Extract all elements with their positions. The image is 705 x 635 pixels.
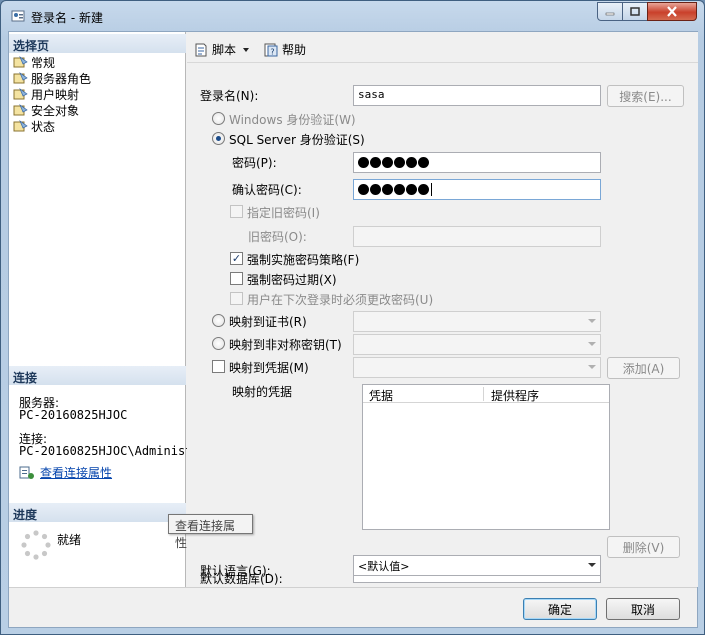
must-change-label: 用户在下次登录时必须更改密码(U) [247, 293, 434, 307]
sidebar-item-label: 用户映射 [31, 87, 80, 102]
mapped-credentials-label: 映射的凭据 [232, 385, 293, 399]
default-language-value: <默认值> [358, 560, 410, 573]
properties-icon [19, 466, 34, 479]
toolbar: 脚本 ? 帮助 [187, 32, 698, 63]
page-icon [13, 103, 28, 115]
dialog-footer: 确定 取消 [9, 587, 697, 627]
maximize-button[interactable] [622, 2, 648, 21]
svg-text:?: ? [270, 47, 274, 56]
tooltip: 查看连接属性 [168, 514, 253, 550]
script-label: 脚本 [212, 43, 237, 57]
window-title: 登录名 - 新建 [31, 11, 103, 25]
grid-header: 凭据 提供程序 [363, 385, 609, 403]
enforce-policy-label: 强制实施密码策略(F) [247, 253, 360, 267]
default-language-select[interactable]: <默认值> [353, 555, 601, 576]
credential-select[interactable] [353, 357, 601, 378]
sidebar-item-label: 安全对象 [31, 103, 80, 118]
asymmetric-key-select[interactable] [353, 334, 601, 355]
password-input[interactable] [353, 152, 601, 173]
map-credential-checkbox[interactable] [212, 360, 225, 373]
sidebar-item-server-roles[interactable]: 服务器角色 [13, 70, 91, 86]
password-mask [358, 155, 596, 170]
progress-spinner-icon [21, 530, 51, 560]
sidebar-item-label: 服务器角色 [31, 71, 92, 86]
title-bar[interactable]: 登录名 - 新建 [1, 1, 704, 31]
old-password-label: 旧密码(O): [248, 230, 307, 244]
general-page: 登录名(N): sasa 搜索(E)... Windows 身份验证(W) SQ… [187, 63, 698, 587]
maximize-icon [630, 7, 640, 16]
login-name-label: 登录名(N): [200, 89, 259, 103]
view-connection-properties[interactable]: 查看连接属性 [19, 464, 112, 481]
login-new-dialog: 登录名 - 新建 选择页 常规 服务器角色 用户映射 安全对象 状态 连接 服务… [0, 0, 705, 635]
connection-header: 连接 [9, 366, 186, 385]
specify-old-password-checkbox[interactable] [230, 205, 243, 218]
remove-button[interactable]: 删除(V) [607, 536, 680, 558]
sql-auth-radio[interactable] [212, 132, 225, 145]
certificate-select[interactable] [353, 311, 601, 332]
windows-auth-label: Windows 身份验证(W) [229, 113, 356, 127]
old-password-input[interactable] [353, 226, 601, 247]
add-button[interactable]: 添加(A) [607, 357, 680, 379]
must-change-checkbox[interactable] [230, 292, 243, 305]
sidebar-item-securables[interactable]: 安全对象 [13, 102, 79, 118]
windows-auth-radio[interactable] [212, 112, 225, 125]
login-name-input[interactable]: sasa [353, 85, 601, 106]
select-page-header: 选择页 [9, 34, 186, 53]
enforce-expiration-label: 强制密码过期(X) [247, 273, 337, 287]
help-button[interactable]: ? 帮助 [263, 41, 306, 58]
help-label: 帮助 [282, 43, 307, 57]
login-icon [11, 10, 25, 22]
minimize-icon [605, 12, 615, 15]
sidebar-item-status[interactable]: 状态 [13, 118, 55, 134]
sidebar-item-label: 状态 [31, 119, 56, 134]
map-asymmetric-key-radio[interactable] [212, 337, 225, 350]
progress-header: 进度 [9, 503, 186, 522]
help-icon: ? [264, 43, 278, 56]
specify-old-password-label: 指定旧密码(I) [247, 206, 320, 220]
confirm-password-mask [358, 182, 596, 197]
sidebar-item-user-mapping[interactable]: 用户映射 [13, 86, 79, 102]
progress-status: 就绪 [57, 533, 82, 547]
page-icon [13, 55, 28, 67]
minimize-button[interactable] [597, 2, 623, 21]
chevron-down-icon [243, 47, 250, 52]
grid-column-provider[interactable]: 提供程序 [491, 387, 539, 404]
map-certificate-radio[interactable] [212, 314, 225, 327]
grid-column-credential[interactable]: 凭据 [369, 387, 393, 404]
connection-value: PC-20160825HJOC\Administrat [19, 444, 215, 458]
sidebar-item-label: 常规 [31, 55, 56, 70]
sql-auth-label: SQL Server 身份验证(S) [229, 133, 365, 147]
page-icon [13, 87, 28, 99]
view-connection-properties-link[interactable]: 查看连接属性 [40, 464, 112, 481]
enforce-expiration-checkbox[interactable] [230, 272, 243, 285]
page-icon [13, 71, 28, 83]
confirm-password-input[interactable] [353, 179, 601, 200]
sidebar: 选择页 常规 服务器角色 用户映射 安全对象 状态 连接 服务器: PC-201… [9, 32, 214, 587]
map-credential-label: 映射到凭据(M) [229, 361, 309, 375]
sidebar-item-general[interactable]: 常规 [13, 54, 55, 70]
mapped-credentials-grid[interactable]: 凭据 提供程序 [362, 384, 610, 530]
search-button[interactable]: 搜索(E)... [607, 85, 684, 107]
map-asymmetric-key-label: 映射到非对称密钥(T) [229, 338, 342, 352]
server-value: PC-20160825HJOC [19, 408, 128, 422]
default-language-label: 默认语言(G): [200, 564, 271, 578]
close-button[interactable] [647, 2, 697, 21]
enforce-policy-checkbox[interactable]: ✓ [230, 252, 243, 265]
ok-button[interactable]: 确定 [523, 598, 597, 620]
cancel-button[interactable]: 取消 [606, 598, 680, 620]
script-icon [195, 43, 207, 56]
script-button[interactable]: 脚本 [193, 41, 253, 58]
dialog-client: 选择页 常规 服务器角色 用户映射 安全对象 状态 连接 服务器: PC-201… [8, 31, 698, 628]
password-label: 密码(P): [232, 156, 277, 170]
close-icon [667, 6, 677, 17]
confirm-password-label: 确认密码(C): [232, 183, 302, 197]
page-icon [13, 119, 28, 131]
map-certificate-label: 映射到证书(R) [229, 315, 307, 329]
